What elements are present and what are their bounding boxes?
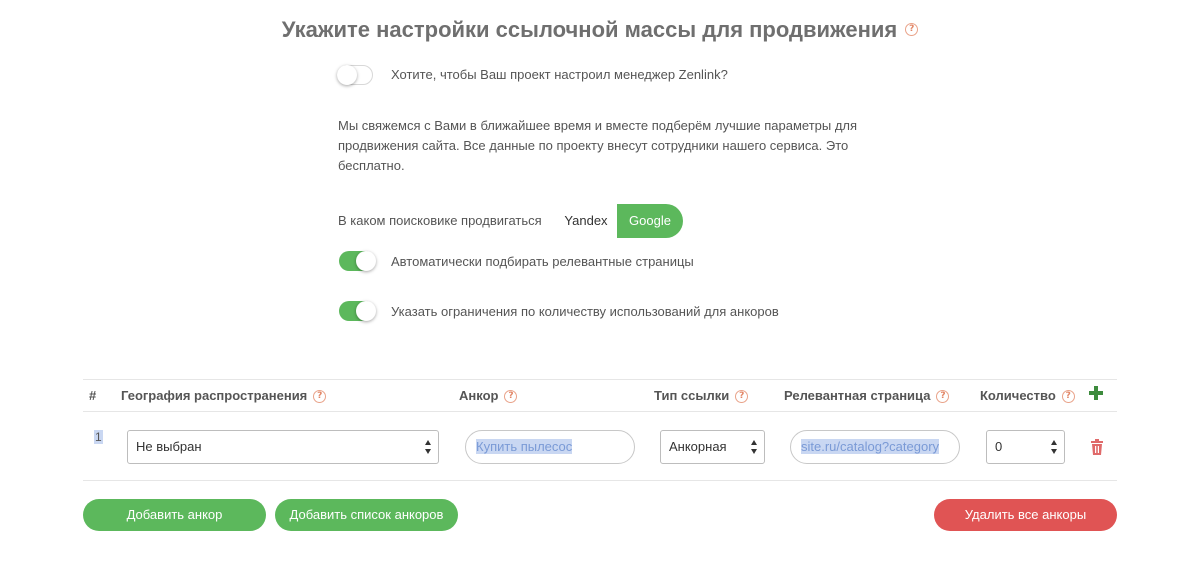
relevant-page-input[interactable]: site.ru/catalog?category xyxy=(790,430,960,464)
manager-toggle[interactable] xyxy=(337,65,373,85)
search-engine-google[interactable]: Google xyxy=(617,204,683,238)
quantity-stepper[interactable]: 0 xyxy=(986,430,1065,464)
quantity-value: 0 xyxy=(995,439,1003,454)
anchor-input-placeholder: Купить пылесос xyxy=(476,439,573,454)
add-anchor-button[interactable]: Добавить анкор xyxy=(83,499,266,531)
link-type-select[interactable]: Анкорная xyxy=(660,430,765,464)
toggle-knob xyxy=(356,301,376,321)
geo-select[interactable]: Не выбран xyxy=(127,430,439,464)
toggle-knob xyxy=(356,251,376,271)
stepper-arrows-icon xyxy=(1051,440,1058,454)
toggle-knob xyxy=(337,65,357,85)
add-anchor-list-button[interactable]: Добавить список анкоров xyxy=(275,499,458,531)
help-icon[interactable]: ? xyxy=(936,390,950,404)
link-type-select-value: Анкорная xyxy=(669,439,727,454)
anchor-limits-label: Указать ограничения по количеству исполь… xyxy=(391,304,779,319)
col-header-geo: География распространения? xyxy=(121,388,327,404)
help-icon[interactable]: ? xyxy=(1061,390,1075,404)
anchor-input[interactable]: Купить пылесос xyxy=(465,430,635,464)
col-header-qty: Количество? xyxy=(980,388,1075,404)
select-arrows-icon xyxy=(425,440,432,454)
page-title-text: Укажите настройки ссылочной массы для пр… xyxy=(281,17,898,42)
select-arrows-icon xyxy=(751,440,758,454)
col-header-qty-label: Количество xyxy=(980,388,1056,403)
manager-toggle-label: Хотите, чтобы Ваш проект настроил менедж… xyxy=(391,67,728,82)
delete-all-anchors-button[interactable]: Удалить все анкоры xyxy=(934,499,1117,531)
geo-select-value: Не выбран xyxy=(136,439,202,454)
auto-pages-toggle[interactable] xyxy=(339,251,376,271)
page-title: Укажите настройки ссылочной массы для пр… xyxy=(0,17,1200,43)
col-header-geo-label: География распространения xyxy=(121,388,308,403)
relevant-page-placeholder: site.ru/catalog?category xyxy=(801,439,940,454)
help-icon[interactable]: ? xyxy=(905,22,919,36)
help-icon[interactable]: ? xyxy=(504,390,518,404)
search-engine-yandex[interactable]: Yandex xyxy=(556,204,616,238)
col-header-anchor: Анкор? xyxy=(459,388,518,404)
col-header-page-label: Релевантная страница xyxy=(784,388,931,403)
help-icon[interactable]: ? xyxy=(735,390,749,404)
col-header-anchor-label: Анкор xyxy=(459,388,499,403)
manager-description: Мы свяжемся с Вами в ближайшее время и в… xyxy=(338,118,858,173)
table-bottom-divider xyxy=(83,480,1117,481)
help-icon[interactable]: ? xyxy=(313,390,327,404)
auto-pages-label: Автоматически подбирать релевантные стра… xyxy=(391,254,694,269)
table-header-divider xyxy=(83,411,1117,412)
table-top-divider xyxy=(83,379,1117,380)
trash-icon[interactable] xyxy=(1090,439,1104,455)
add-row-plus-icon[interactable] xyxy=(1089,386,1103,400)
col-header-page: Релевантная страница? xyxy=(784,388,950,404)
search-engine-label: В каком поисковике продвигаться xyxy=(338,213,542,228)
row-number: 1 xyxy=(94,430,103,444)
col-header-link-type: Тип ссылки? xyxy=(654,388,749,404)
col-header-num: # xyxy=(89,388,97,403)
col-header-link-type-label: Тип ссылки xyxy=(654,388,730,403)
anchor-limits-toggle[interactable] xyxy=(339,301,376,321)
